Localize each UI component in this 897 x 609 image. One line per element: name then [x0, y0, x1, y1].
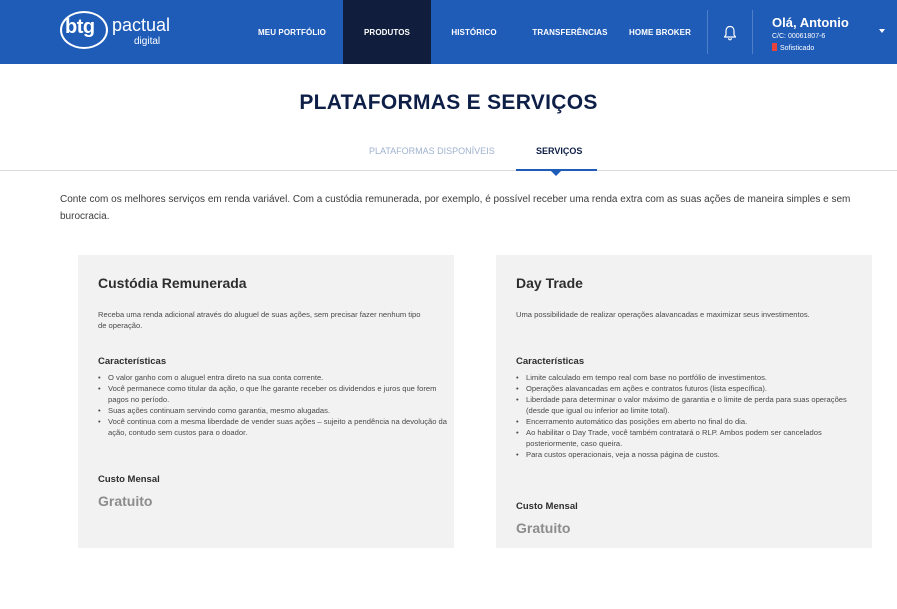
- cost-label: Custo Mensal: [516, 501, 578, 512]
- intro-text: Conte com os melhores serviços em renda …: [60, 194, 851, 222]
- nav-item-produtos[interactable]: PRODUTOS: [343, 0, 431, 64]
- card-title: Day Trade: [516, 275, 583, 291]
- feature-item: Suas ações continuam servindo como garan…: [98, 405, 448, 416]
- user-account-number: C/C: 00061807-6: [772, 33, 826, 40]
- feature-list: O valor ganho com o aluguel entra direto…: [98, 372, 448, 438]
- nav-item-historico[interactable]: HISTÓRICO: [446, 0, 502, 64]
- feature-item: Encerramento automático das posições em …: [516, 416, 866, 427]
- nav-item-label: PRODUTOS: [364, 27, 410, 37]
- btg-pactual-digital-logo[interactable]: btg pactual digital: [60, 10, 182, 52]
- card-description: Uma possibilidade de realizar operações …: [516, 310, 810, 319]
- service-card-custodia-remunerada: Custódia Remunerada Receba uma renda adi…: [78, 255, 454, 548]
- tab-bar-divider: [0, 170, 897, 171]
- nav-item-label: HOME BROKER: [629, 27, 691, 37]
- feature-item: Operações alavancadas em ações e contrat…: [516, 383, 866, 394]
- cost-label: Custo Mensal: [98, 474, 160, 485]
- feature-item: Você continua com a mesma liberdade de v…: [98, 416, 448, 438]
- card-title: Custódia Remunerada: [98, 275, 247, 291]
- feature-item: Ao habilitar o Day Trade, você também co…: [516, 427, 866, 449]
- investor-profile-label: Sofisticado: [780, 45, 815, 52]
- service-card-day-trade: Day Trade Uma possibilidade de realizar …: [496, 255, 872, 548]
- nav-divider: [707, 10, 708, 54]
- feature-item: Você permanece como titular da ação, o q…: [98, 383, 448, 405]
- chevron-down-icon[interactable]: [879, 29, 885, 33]
- logo-word-text: pactual: [112, 15, 171, 35]
- profile-color-marker: [772, 43, 777, 51]
- bell-icon[interactable]: [723, 25, 737, 41]
- nav-item-label: HISTÓRICO: [451, 27, 497, 37]
- card-features-title: Características: [516, 356, 585, 367]
- top-navigation-bar: btg pactual digital MEU PORTFÓLIO PRODUT…: [0, 0, 897, 64]
- cost-value: Gratuito: [98, 493, 153, 509]
- logo-sub-text: digital: [134, 36, 161, 47]
- nav-item-label: TRANSFERÊNCIAS: [532, 27, 608, 37]
- card-features-title: Características: [98, 356, 167, 367]
- logo-mark-text: btg: [65, 16, 95, 38]
- tab-servicos[interactable]: SERVIÇOS: [536, 146, 582, 156]
- active-tab-pointer: [551, 171, 561, 176]
- nav-item-transferencias[interactable]: TRANSFERÊNCIAS: [530, 0, 610, 64]
- feature-item: Liberdade para determinar o valor máximo…: [516, 394, 866, 416]
- cost-value: Gratuito: [516, 520, 571, 536]
- feature-item-costs-link[interactable]: Para custos operacionais, veja a nossa p…: [516, 449, 866, 460]
- feature-item: Limite calculado em tempo real com base …: [516, 372, 866, 383]
- tab-plataformas-disponiveis[interactable]: PLATAFORMAS DISPONÍVEIS: [369, 146, 495, 156]
- feature-list: Limite calculado em tempo real com base …: [516, 372, 866, 460]
- nav-item-home-broker[interactable]: HOME BROKER: [628, 0, 692, 64]
- user-greeting: Olá, Antonio: [772, 15, 849, 30]
- nav-item-label: MEU PORTFÓLIO: [258, 27, 326, 37]
- page-title: PLATAFORMAS E SERVIÇOS: [299, 91, 598, 114]
- nav-item-meu-portfolio[interactable]: MEU PORTFÓLIO: [255, 0, 329, 64]
- card-description: Receba uma renda adicional através do al…: [98, 310, 421, 330]
- feature-item: O valor ganho com o aluguel entra direto…: [98, 372, 448, 383]
- investor-profile: Sofisticado: [772, 43, 814, 52]
- user-menu[interactable]: Olá, Antonio C/C: 00061807-6 Sofisticado: [752, 0, 897, 64]
